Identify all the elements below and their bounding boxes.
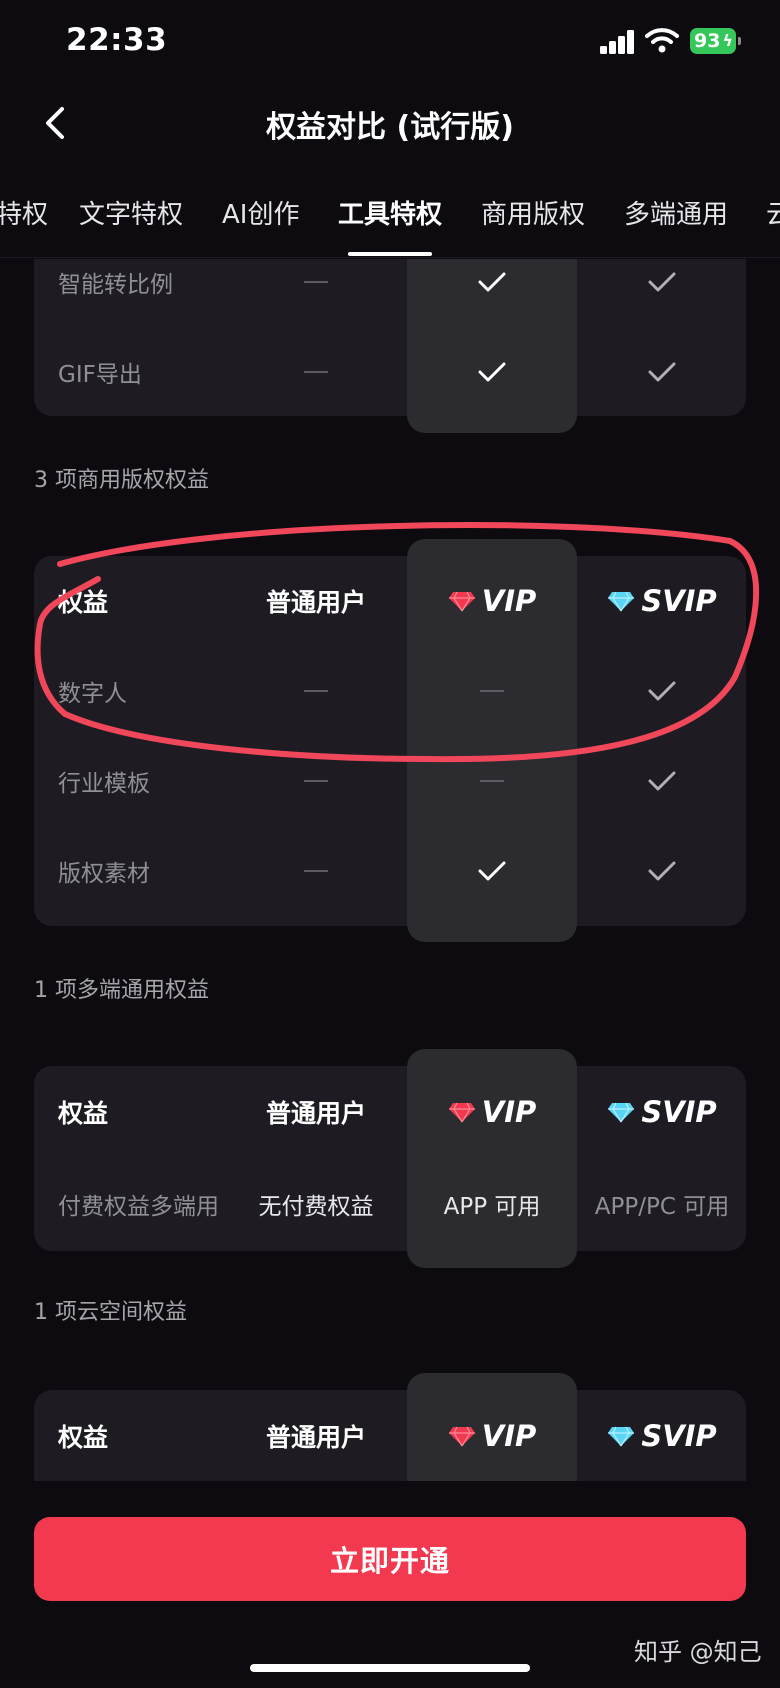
battery-level: 93 xyxy=(694,30,721,52)
nav-bar: 权益对比 (试行版) xyxy=(0,90,780,160)
benefit-comparison-page: 22:33 93 ϟ 权益对比 (试行版) 特权 文字特权 AI创作 工具特权 商… xyxy=(0,0,780,1688)
dash-icon xyxy=(304,780,328,782)
benefit-name: 行业模板 xyxy=(58,771,150,797)
header-benefit: 权益 xyxy=(58,588,109,617)
tab-commercial-copyright[interactable]: 商用版权 xyxy=(481,194,585,231)
table-header-row: 权益 普通用户 VIP SVIP xyxy=(34,1390,746,1481)
benefit-name: GIF导出 xyxy=(58,362,142,388)
blue-diamond-icon xyxy=(608,591,635,612)
tab-cloud[interactable]: 云 xyxy=(766,194,780,231)
dash-icon xyxy=(304,870,328,872)
normal-user-value xyxy=(206,259,426,327)
check-icon xyxy=(648,272,676,292)
check-icon xyxy=(648,771,676,791)
tab-tool-privilege[interactable]: 工具特权 xyxy=(338,194,442,231)
svip-label: SVIP xyxy=(641,1419,717,1453)
vip-label: VIP xyxy=(481,1419,537,1453)
pink-diamond-icon xyxy=(448,591,475,612)
cellular-signal-icon xyxy=(600,30,636,54)
header-vip: VIP xyxy=(407,1390,577,1481)
header-svip: SVIP xyxy=(577,1390,747,1481)
svip-value: APP/PC 可用 xyxy=(594,1194,730,1220)
header-benefit: 权益 xyxy=(58,1423,109,1452)
activate-now-button[interactable]: 立即开通 xyxy=(34,1517,746,1601)
table-row: GIF导出 xyxy=(34,327,746,417)
tab-text-privilege[interactable]: 文字特权 xyxy=(79,194,183,231)
header-svip: SVIP xyxy=(577,556,747,646)
svip-value xyxy=(577,826,747,916)
table-row: 智能转比例 xyxy=(34,259,746,327)
header-vip: VIP xyxy=(407,556,577,646)
vip-value xyxy=(407,736,577,826)
comparison-content[interactable]: 智能转比例 GIF导出 3 项商用版权权益 权益 普通用户 VIP SVIP 数… xyxy=(0,259,780,1481)
table-row: 付费权益多端用 无付费权益 APP 可用 APP/PC 可用 xyxy=(34,1158,746,1250)
table-row: 行业模板 xyxy=(34,736,746,826)
svip-value xyxy=(577,327,747,417)
svip-value xyxy=(577,736,747,826)
section-title-commercial: 3 项商用版权权益 xyxy=(34,468,209,493)
benefit-name: 版权素材 xyxy=(58,861,150,887)
status-time: 22:33 xyxy=(66,22,168,58)
benefit-name: 付费权益多端用 xyxy=(58,1194,219,1220)
vip-value xyxy=(407,327,577,417)
check-icon xyxy=(478,362,506,382)
benefit-tab-bar: 特权 文字特权 AI创作 工具特权 商用版权 多端通用 云 xyxy=(0,178,780,258)
vip-value: APP 可用 xyxy=(443,1194,541,1220)
vip-value xyxy=(407,646,577,736)
normal-user-value xyxy=(206,736,426,826)
header-normal-user: 普通用户 xyxy=(265,1099,366,1128)
section-title-cloud: 1 项云空间权益 xyxy=(34,1300,187,1325)
check-icon xyxy=(648,861,676,881)
vip-value xyxy=(407,826,577,916)
tab-ai-creation[interactable]: AI创作 xyxy=(222,194,299,231)
header-benefit: 权益 xyxy=(58,1099,109,1128)
tab-multi-device[interactable]: 多端通用 xyxy=(624,194,728,231)
vip-value xyxy=(407,259,577,327)
wifi-icon xyxy=(645,28,679,53)
dash-icon xyxy=(480,780,504,782)
section-title-multi-device: 1 项多端通用权益 xyxy=(34,978,209,1003)
check-icon xyxy=(648,681,676,701)
check-icon xyxy=(648,362,676,382)
dash-icon xyxy=(304,281,328,283)
dash-icon xyxy=(304,690,328,692)
table-header-row: 权益 普通用户 VIP SVIP xyxy=(34,556,746,646)
header-svip: SVIP xyxy=(577,1066,747,1158)
vip-label: VIP xyxy=(481,584,537,618)
svip-value xyxy=(577,646,747,736)
table-row: 版权素材 xyxy=(34,826,746,916)
pink-diamond-icon xyxy=(448,1102,475,1123)
check-icon xyxy=(478,272,506,292)
blue-diamond-icon xyxy=(608,1426,635,1447)
benefit-name: 智能转比例 xyxy=(58,272,173,298)
svip-label: SVIP xyxy=(641,584,717,618)
blue-diamond-icon xyxy=(608,1102,635,1123)
status-bar: 22:33 93 ϟ xyxy=(0,0,780,90)
vip-label: VIP xyxy=(481,1095,537,1129)
dash-icon xyxy=(304,371,328,373)
svip-label: SVIP xyxy=(641,1095,717,1129)
home-indicator[interactable] xyxy=(250,1664,530,1672)
zhihu-watermark: 知乎 @知己 xyxy=(634,1638,762,1666)
header-normal-user: 普通用户 xyxy=(265,1423,366,1452)
benefit-name: 数字人 xyxy=(58,681,127,707)
battery-icon: 93 ϟ xyxy=(690,28,741,54)
table-row: 数字人 xyxy=(34,646,746,736)
table-header-row: 权益 普通用户 VIP SVIP xyxy=(34,1066,746,1158)
header-normal-user: 普通用户 xyxy=(265,588,366,617)
svip-value xyxy=(577,259,747,327)
page-title: 权益对比 (试行版) xyxy=(266,110,514,145)
normal-user-value xyxy=(206,327,426,417)
check-icon xyxy=(478,861,506,881)
dash-icon xyxy=(480,690,504,692)
pink-diamond-icon xyxy=(448,1426,475,1447)
tab-privilege[interactable]: 特权 xyxy=(0,194,48,231)
normal-user-value: 无付费权益 xyxy=(258,1194,374,1220)
active-tab-indicator xyxy=(348,252,432,256)
normal-user-value xyxy=(206,826,426,916)
header-vip: VIP xyxy=(407,1066,577,1158)
normal-user-value xyxy=(206,646,426,736)
